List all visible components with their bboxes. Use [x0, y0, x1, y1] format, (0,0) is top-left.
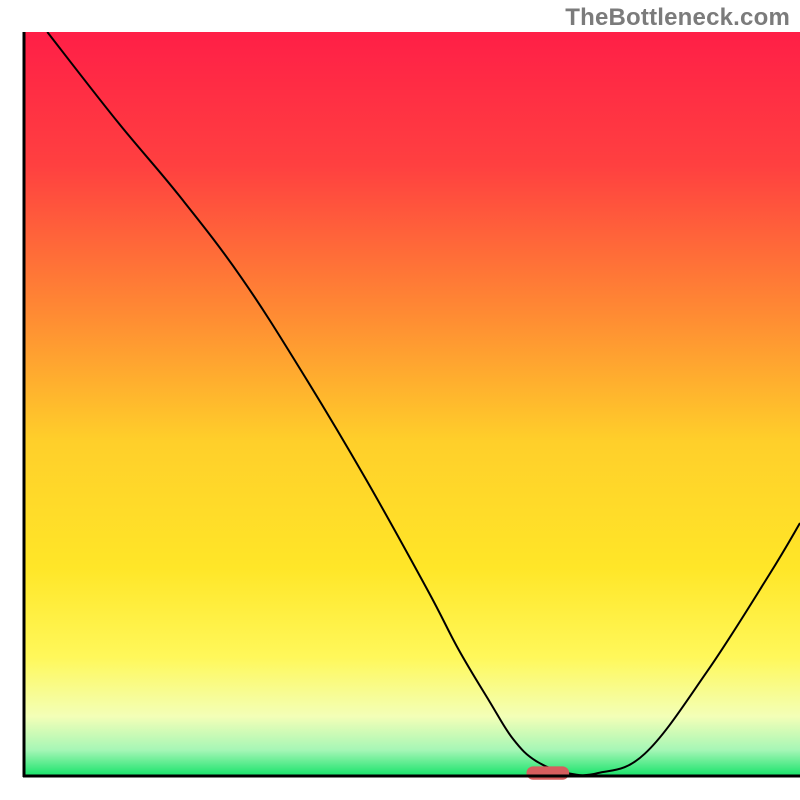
plot-background — [24, 32, 800, 776]
bottleneck-chart — [0, 0, 800, 800]
optimal-marker — [526, 766, 569, 779]
attribution-text: TheBottleneck.com — [565, 4, 790, 32]
chart-stage: TheBottleneck.com — [0, 0, 800, 800]
